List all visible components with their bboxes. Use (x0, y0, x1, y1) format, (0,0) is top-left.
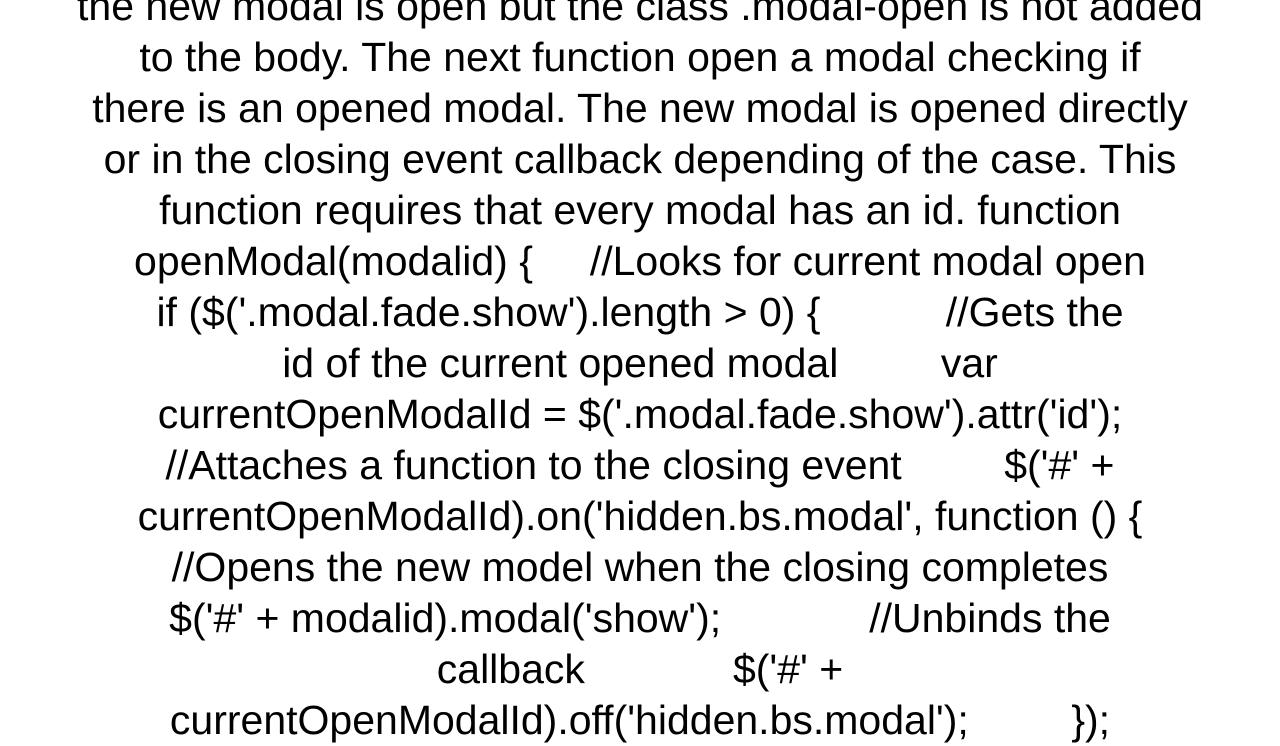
text-line: function requires that every modal has a… (159, 187, 1121, 233)
text-line: currentOpenModalId).off('hidden.bs.modal… (169, 697, 1111, 743)
text-line: //Attaches a function to the closing eve… (165, 442, 1115, 488)
text-line: currentOpenModalId).on('hidden.bs.modal'… (137, 493, 1143, 539)
text-line: callback $('#' + (436, 646, 844, 692)
text-line: currentOpenModalId = $('.modal.fade.show… (157, 391, 1123, 437)
text-line: to the body. The next function open a mo… (139, 34, 1141, 80)
text-line: //Opens the new model when the closing c… (171, 544, 1109, 590)
text-line: there is an opened modal. The new modal … (92, 85, 1188, 131)
text-line: openModal(modalid) { //Looks for current… (134, 238, 1146, 284)
text-line: or in the closing event callback dependi… (103, 136, 1177, 182)
text-line: id of the current opened modal var (282, 340, 998, 386)
text-line: the new modal is open but the class .mod… (77, 0, 1203, 29)
text-line: if ($('.modal.fade.show').length > 0) { … (156, 289, 1124, 335)
document-body: the new modal is open but the class .mod… (0, 0, 1280, 746)
text-line: $('#' + modalid).modal('show'); //Unbind… (169, 595, 1111, 641)
